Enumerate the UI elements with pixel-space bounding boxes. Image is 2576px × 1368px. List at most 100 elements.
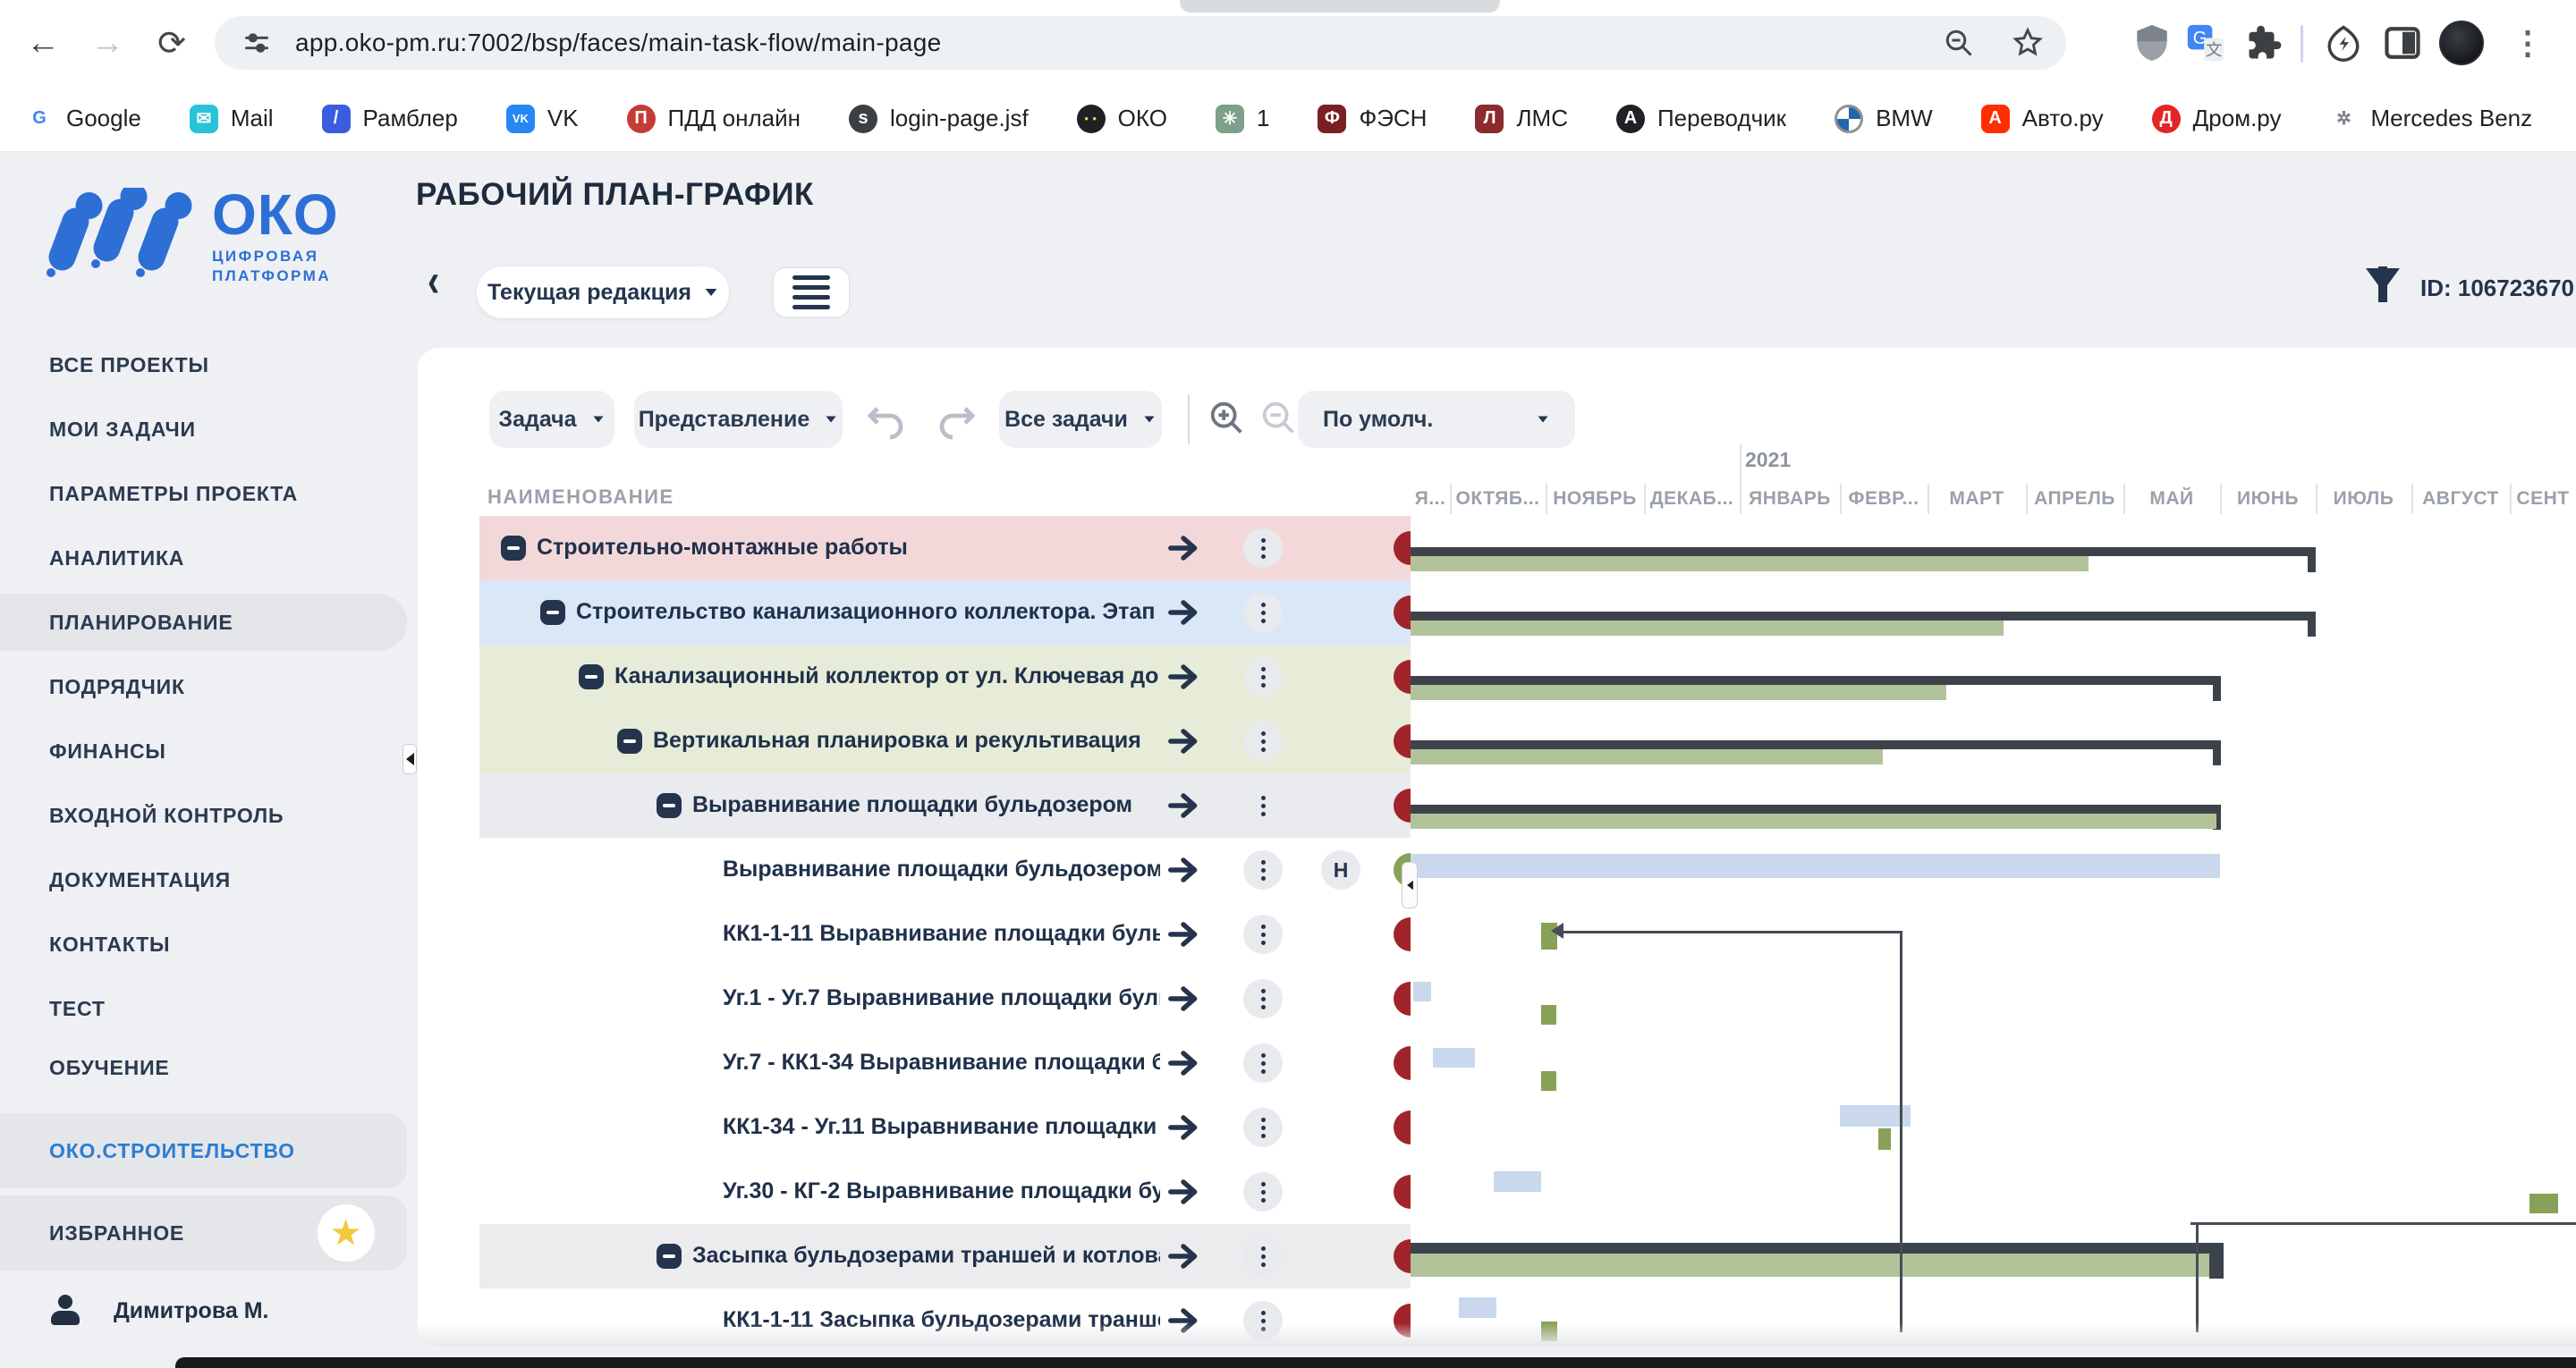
sidebar-item-9[interactable]: ДОКУМЕНТАЦИЯ: [0, 851, 407, 908]
bookmark-item[interactable]: AПереводчик: [1616, 105, 1786, 133]
gantt-bar[interactable]: [1411, 1243, 2222, 1254]
user-account[interactable]: Димитрова М.: [49, 1295, 269, 1327]
side-panel-icon[interactable]: [2379, 20, 2426, 66]
row-menu-icon[interactable]: [1243, 786, 1283, 825]
sidebar-item-5[interactable]: ПЛАНИРОВАНИЕ: [0, 594, 407, 651]
gantt-bar[interactable]: [1541, 1071, 1556, 1091]
collapse-toggle[interactable]: [540, 600, 565, 625]
bookmark-item[interactable]: slogin-page.jsf: [849, 105, 1029, 133]
gantt-bar[interactable]: [1878, 1128, 1891, 1150]
bookmark-item[interactable]: BMW: [1835, 105, 1933, 133]
forward-button[interactable]: →: [80, 16, 134, 70]
zoom-indicator-icon[interactable]: [1943, 27, 1975, 59]
oko-logo[interactable]: ОКО ЦИФРОВАЯПЛАТФОРМА: [47, 188, 339, 300]
sidebar-collapse-handle[interactable]: [402, 744, 417, 774]
browser-tab[interactable]: [1180, 0, 1500, 13]
undo-icon[interactable]: [865, 398, 908, 441]
favorites-star-icon[interactable]: ★: [318, 1204, 375, 1262]
row-menu-icon[interactable]: [1243, 1172, 1283, 1212]
gantt-bar[interactable]: [1411, 854, 2220, 878]
view-dropdown[interactable]: Представление: [634, 391, 843, 448]
sidebar-item-2[interactable]: МОИ ЗАДАЧИ: [0, 401, 407, 458]
gantt-bar[interactable]: [2213, 740, 2221, 765]
bookmark-item[interactable]: ДДром.ру: [2152, 105, 2282, 133]
back-button[interactable]: ←: [16, 16, 70, 70]
row-menu-icon[interactable]: [1243, 850, 1283, 890]
zoom-in-icon[interactable]: [1207, 398, 1250, 441]
url-text[interactable]: app.oko-pm.ru:7002/bsp/faces/main-task-f…: [295, 29, 941, 57]
gantt-bar[interactable]: [1413, 982, 1431, 1001]
bookmark-item[interactable]: /Рамблер: [322, 105, 458, 133]
gantt-bar[interactable]: [1411, 805, 2220, 814]
sidebar-item-4[interactable]: АНАЛИТИКА: [0, 529, 407, 587]
revision-dropdown[interactable]: Текущая редакция: [477, 266, 729, 318]
sidebar-favorites[interactable]: ИЗБРАННОЕ ★: [0, 1195, 407, 1271]
goto-arrow-icon[interactable]: [1166, 1046, 1200, 1080]
collapse-toggle[interactable]: [579, 664, 604, 689]
goto-arrow-icon[interactable]: [1166, 982, 1200, 1016]
goto-arrow-icon[interactable]: [1166, 917, 1200, 951]
gantt-bar[interactable]: [2529, 1194, 2558, 1213]
performance-leaf-icon[interactable]: [2320, 20, 2367, 66]
collapse-toggle[interactable]: [617, 729, 642, 754]
gantt-bar[interactable]: [1459, 1297, 1496, 1318]
gantt-bar[interactable]: [1541, 1005, 1556, 1025]
gantt-bar[interactable]: [1411, 556, 2089, 571]
all-tasks-dropdown[interactable]: Все задачи: [999, 391, 1162, 448]
bookmark-item[interactable]: ААвто.ру: [1981, 105, 2104, 133]
task-dropdown[interactable]: Задача: [489, 391, 614, 448]
sidebar-project-link[interactable]: ОКО.СТРОИТЕЛЬСТВО: [0, 1113, 407, 1188]
menu-button[interactable]: [772, 266, 851, 318]
gantt-bar[interactable]: [1411, 749, 1883, 764]
zoom-out-icon[interactable]: [1258, 398, 1301, 441]
reload-button[interactable]: ⟳: [145, 16, 199, 70]
goto-arrow-icon[interactable]: [1166, 531, 1200, 565]
bookmark-star-icon[interactable]: [2011, 26, 2045, 60]
profile-avatar[interactable]: [2438, 20, 2485, 66]
row-menu-icon[interactable]: [1243, 1237, 1283, 1276]
gantt-bar[interactable]: [2308, 547, 2316, 572]
bookmark-item[interactable]: ФФЭСН: [1318, 105, 1427, 133]
goto-arrow-icon[interactable]: [1166, 853, 1200, 887]
gantt-bar[interactable]: [1494, 1171, 1541, 1192]
table-gantt-splitter[interactable]: [1402, 862, 1418, 908]
collapse-toggle[interactable]: [657, 793, 682, 818]
collapse-toggle[interactable]: [501, 536, 526, 561]
row-menu-icon[interactable]: [1243, 722, 1283, 761]
goto-arrow-icon[interactable]: [1166, 724, 1200, 758]
sidebar-item-11[interactable]: ТЕСТ: [0, 980, 407, 1037]
gantt-bar[interactable]: [2308, 612, 2316, 637]
chrome-menu-icon[interactable]: ⋮: [2504, 20, 2551, 66]
bookmark-item[interactable]: ✲Mercedes Benz: [2329, 105, 2532, 133]
translate-extension-icon[interactable]: G文: [2182, 20, 2229, 66]
gantt-bar[interactable]: [1433, 1048, 1475, 1068]
gantt-bar[interactable]: [1411, 612, 2315, 621]
address-bar[interactable]: app.oko-pm.ru:7002/bsp/faces/main-task-f…: [215, 16, 2066, 70]
collapse-toggle[interactable]: [657, 1244, 682, 1269]
goto-arrow-icon[interactable]: [1166, 789, 1200, 823]
row-menu-icon[interactable]: [1243, 915, 1283, 954]
gantt-bar[interactable]: [1411, 814, 2216, 829]
gantt-bar[interactable]: [2209, 1243, 2224, 1279]
redo-icon[interactable]: [935, 398, 978, 441]
sidebar-item-1[interactable]: ВСЕ ПРОЕКТЫ: [0, 336, 407, 393]
row-menu-icon[interactable]: [1243, 593, 1283, 632]
gantt-bar[interactable]: [1411, 676, 2220, 685]
gantt-bar[interactable]: [1411, 621, 2004, 636]
sidebar-item-8[interactable]: ВХОДНОЙ КОНТРОЛЬ: [0, 787, 407, 844]
back-chevron[interactable]: ‹: [428, 255, 439, 308]
bookmark-item[interactable]: GGoogle: [25, 105, 141, 133]
bookmark-item[interactable]: ЛЛМС: [1475, 105, 1568, 133]
gantt-bar[interactable]: [1411, 685, 1946, 700]
goto-arrow-icon[interactable]: [1166, 660, 1200, 694]
sidebar-item-7[interactable]: ФИНАНСЫ: [0, 722, 407, 780]
sidebar-item-3[interactable]: ПАРАМЕТРЫ ПРОЕКТА: [0, 465, 407, 522]
site-settings-icon[interactable]: [242, 28, 272, 58]
sidebar-item-6[interactable]: ПОДРЯДЧИК: [0, 658, 407, 715]
sidebar-item-10[interactable]: КОНТАКТЫ: [0, 916, 407, 973]
goto-arrow-icon[interactable]: [1166, 1175, 1200, 1209]
sidebar-item-clipped[interactable]: ОБУЧЕНИЕ: [0, 1060, 407, 1076]
gantt-bar[interactable]: [1411, 740, 2220, 749]
gantt-bar[interactable]: [2213, 676, 2221, 701]
row-menu-icon[interactable]: [1243, 1043, 1283, 1083]
